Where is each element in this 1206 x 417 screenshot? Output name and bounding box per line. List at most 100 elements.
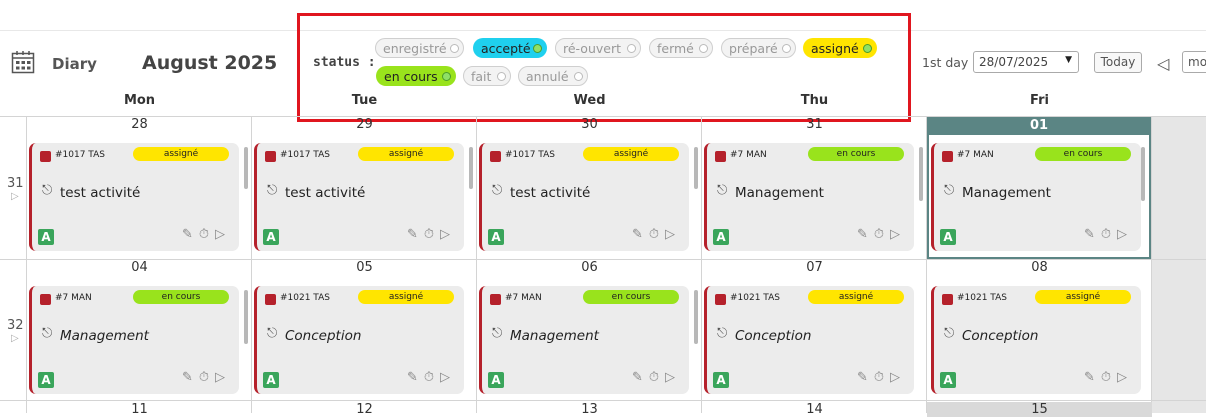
day-number: 07 (806, 260, 823, 275)
task-color-marker (40, 294, 51, 305)
task-actions[interactable]: ✎⏱▷ (1084, 227, 1133, 242)
task-title[interactable]: Management (510, 328, 599, 344)
task-card[interactable]: #1021 TAS assigné ⎋ Conception A ✎⏱▷ (931, 286, 1141, 394)
assignee-avatar[interactable]: A (38, 229, 54, 245)
task-title[interactable]: Conception (735, 328, 811, 344)
status-badge: assigné (133, 147, 229, 161)
status-badge: en cours (1035, 147, 1131, 161)
status-chip-en-cours[interactable]: en cours (376, 66, 456, 86)
cell-scrollbar[interactable] (1141, 147, 1145, 201)
day-header-tue: Tue (351, 93, 378, 108)
day-number: 29 (356, 117, 373, 132)
assignee-avatar[interactable]: A (940, 229, 956, 245)
header-divider (0, 30, 1206, 31)
task-card[interactable]: #7 MAN en cours ⎋ Management A ✎⏱▷ (479, 286, 689, 394)
radio-icon (497, 72, 506, 81)
expand-week-icon[interactable]: ▷ (11, 333, 19, 344)
status-chip-label: accepté (481, 41, 531, 56)
status-chip-enregistre[interactable]: enregistré (375, 38, 464, 58)
status-chip-ferme[interactable]: fermé (649, 38, 713, 58)
status-chip-prepare[interactable]: préparé (721, 38, 796, 58)
day-number: 05 (356, 260, 373, 275)
activity-tree-icon: ⎋ (267, 326, 278, 341)
task-actions[interactable]: ✎⏱▷ (632, 227, 681, 242)
status-chip-re-ouvert[interactable]: ré-ouvert (555, 38, 641, 58)
task-title[interactable]: Conception (962, 328, 1038, 344)
status-badge: en cours (808, 147, 904, 161)
cell-scrollbar[interactable] (244, 290, 248, 344)
view-mode-select[interactable]: mo (1182, 51, 1206, 73)
task-card[interactable]: #1021 TAS assigné ⎋ Conception A ✎⏱▷ (254, 286, 464, 394)
radio-icon (574, 72, 583, 81)
activity-tree-icon: ⎋ (492, 183, 503, 198)
task-ref: #1021 TAS (957, 293, 1007, 303)
task-color-marker (490, 294, 501, 305)
assignee-avatar[interactable]: A (940, 372, 956, 388)
assignee-avatar[interactable]: A (713, 372, 729, 388)
status-chip-label: ré-ouvert (563, 41, 621, 56)
assignee-avatar[interactable]: A (38, 372, 54, 388)
day-number: 13 (581, 402, 598, 417)
task-actions[interactable]: ✎⏱▷ (407, 227, 456, 242)
status-chip-label: fermé (657, 41, 694, 56)
cell-scrollbar[interactable] (919, 147, 923, 201)
page-title: August 2025 (142, 52, 278, 74)
assignee-avatar[interactable]: A (263, 372, 279, 388)
task-actions[interactable]: ✎⏱▷ (1084, 370, 1133, 385)
cell-scrollbar[interactable] (469, 147, 473, 189)
expand-week-icon[interactable]: ▷ (11, 191, 19, 202)
task-card[interactable]: #7 MAN en cours ⎋ Management A ✎⏱▷ (704, 143, 914, 251)
first-day-date-input[interactable]: 28/07/2025 ▼ (973, 51, 1079, 73)
task-color-marker (490, 151, 501, 162)
task-title[interactable]: Management (60, 328, 149, 344)
status-chip-label: en cours (384, 69, 438, 84)
chevron-left-icon[interactable]: ◁ (1157, 54, 1169, 73)
status-chip-label: fait (471, 69, 492, 84)
task-actions[interactable]: ✎⏱▷ (857, 227, 906, 242)
dropdown-caret-icon[interactable]: ▼ (1065, 55, 1072, 65)
assignee-avatar[interactable]: A (488, 372, 504, 388)
first-day-label: 1st day (922, 55, 969, 70)
status-chip-annule[interactable]: annulé (518, 66, 588, 86)
task-title[interactable]: test activité (285, 185, 365, 201)
task-actions[interactable]: ✎⏱▷ (182, 370, 231, 385)
status-badge: assigné (358, 290, 454, 304)
task-card[interactable]: #1021 TAS assigné ⎋ Conception A ✎⏱▷ (704, 286, 914, 394)
task-title[interactable]: Conception (285, 328, 361, 344)
status-chip-fait[interactable]: fait (463, 66, 511, 86)
task-color-marker (265, 294, 276, 305)
day-number: 30 (581, 117, 598, 132)
task-actions[interactable]: ✎⏱▷ (407, 370, 456, 385)
task-title[interactable]: test activité (510, 185, 590, 201)
task-card[interactable]: #7 MAN en cours ⎋ Management A ✎⏱▷ (931, 143, 1141, 251)
activity-tree-icon: ⎋ (42, 183, 53, 198)
calendar-icon[interactable] (11, 50, 35, 74)
task-actions[interactable]: ✎⏱▷ (857, 370, 906, 385)
task-actions[interactable]: ✎⏱▷ (182, 227, 231, 242)
cell-scrollbar[interactable] (694, 290, 698, 344)
activity-tree-icon: ⎋ (717, 183, 728, 198)
status-badge: assigné (583, 147, 679, 161)
first-day-date-value: 28/07/2025 (979, 55, 1049, 69)
cell-scrollbar[interactable] (244, 147, 248, 189)
task-title[interactable]: Management (735, 185, 824, 201)
status-chip-label: assigné (811, 41, 859, 56)
assignee-avatar[interactable]: A (263, 229, 279, 245)
task-card[interactable]: #7 MAN en cours ⎋ Management A ✎⏱▷ (29, 286, 239, 394)
task-card[interactable]: #1017 TAS assigné ⎋ test activité A ✎⏱▷ (479, 143, 689, 251)
task-card[interactable]: #1017 TAS assigné ⎋ test activité A ✎⏱▷ (254, 143, 464, 251)
activity-tree-icon: ⎋ (944, 326, 955, 341)
day-number: 12 (356, 402, 373, 417)
day-number: 14 (806, 402, 823, 417)
day-number: 15 (927, 402, 1152, 417)
status-chip-accepte[interactable]: accepté (473, 38, 547, 58)
task-title[interactable]: test activité (60, 185, 140, 201)
task-card[interactable]: #1017 TAS assigné ⎋ test activité A ✎⏱▷ (29, 143, 239, 251)
today-button[interactable]: Today (1094, 52, 1142, 73)
assignee-avatar[interactable]: A (488, 229, 504, 245)
assignee-avatar[interactable]: A (713, 229, 729, 245)
task-title[interactable]: Management (962, 185, 1051, 201)
task-actions[interactable]: ✎⏱▷ (632, 370, 681, 385)
status-chip-assigne[interactable]: assigné (803, 38, 877, 58)
cell-scrollbar[interactable] (694, 147, 698, 189)
